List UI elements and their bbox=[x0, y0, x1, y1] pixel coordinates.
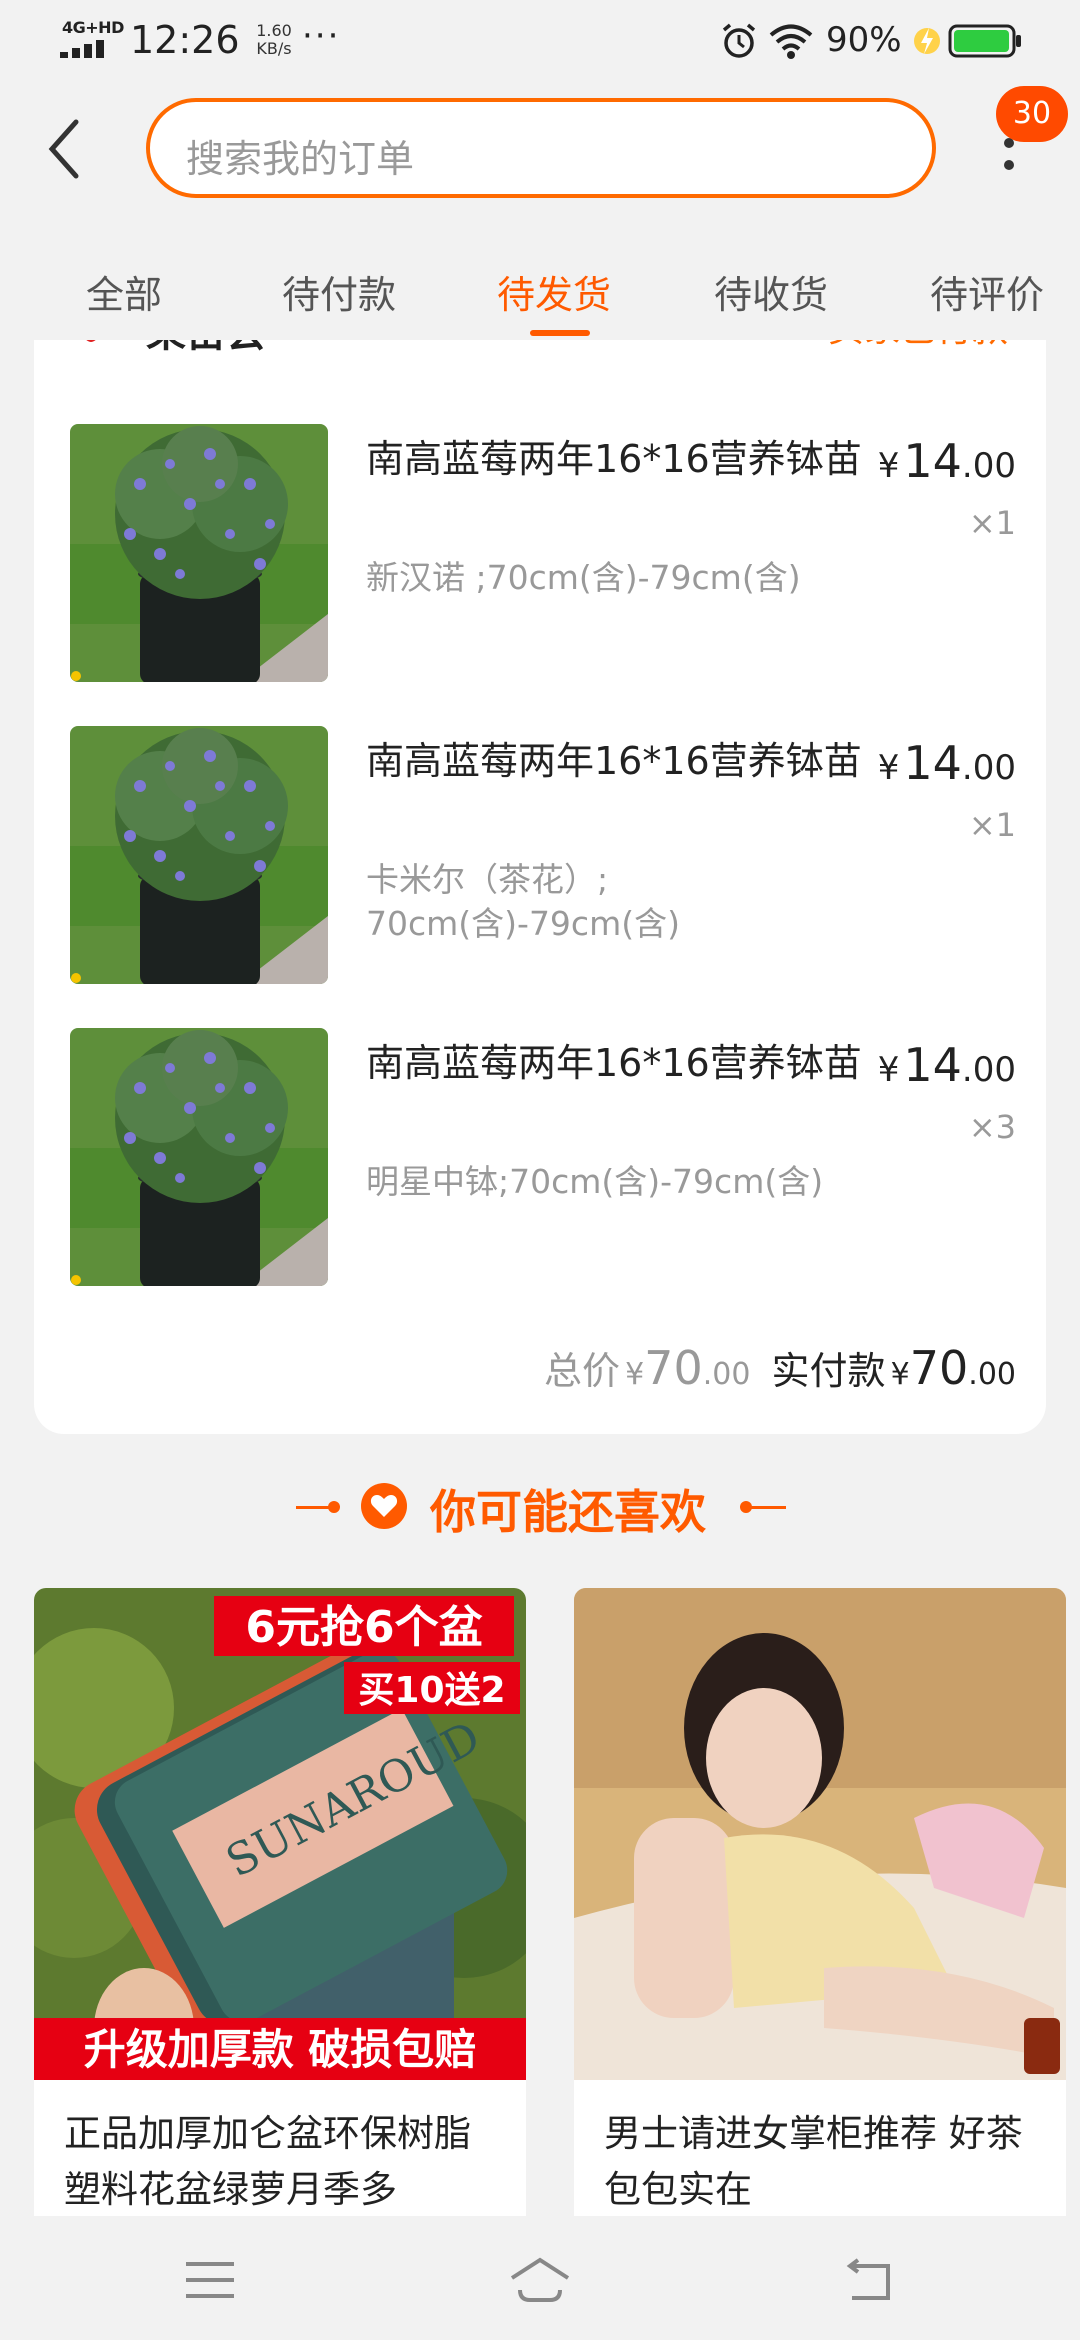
promo-badge-mid: 买10送2 bbox=[358, 1670, 505, 1711]
recommend-card[interactable]: SUNAROUD 6元抢6个盆 买10送2 升级加厚款 破损包赔 正品加厚加仑盆… bbox=[34, 1588, 526, 2218]
flower-pot-image: SUNAROUD 6元抢6个盆 买10送2 升级加厚款 破损包赔 bbox=[34, 1588, 526, 2080]
product-title[interactable]: 南高蓝莓两年16*16营养钵苗 bbox=[366, 430, 886, 488]
wifi-icon bbox=[769, 24, 813, 59]
recommend-title-text[interactable]: 正品加厚加仑盆环保树脂塑料花盆绿萝月季多 bbox=[64, 2106, 504, 2218]
back-button[interactable] bbox=[40, 116, 90, 182]
product-spec: 新汉诺 ;70cm(含)-79cm(含) bbox=[366, 558, 801, 597]
recommend-header: 你可能还喜欢 bbox=[0, 1470, 1080, 1540]
total-decimal: .00 bbox=[702, 1357, 751, 1392]
product-quantity: ×1 bbox=[968, 504, 1016, 542]
back-nav-icon[interactable] bbox=[838, 2252, 902, 2308]
product-spec: 明星中钵;70cm(含)-79cm(含) bbox=[366, 1162, 824, 1201]
divider bbox=[744, 1506, 786, 1509]
order-list-page: 4G+HD 12:26 1.60 KB/s ··· 90% 搜索我的订单 30 … bbox=[0, 0, 1080, 2340]
battery-icon bbox=[948, 24, 1021, 58]
battery-percent: 90% bbox=[826, 20, 902, 60]
blueberry-plant-image bbox=[70, 726, 328, 984]
product-image[interactable] bbox=[70, 424, 328, 682]
signal-icon bbox=[60, 40, 104, 58]
speed-unit: KB/s bbox=[256, 39, 292, 58]
total-price-label: 总价 bbox=[543, 1349, 620, 1393]
network-indicator: 4G+HD bbox=[58, 18, 124, 58]
order-item[interactable]: 南高蓝莓两年16*16营养钵苗 卡米尔（茶花）; 70cm(含)-79cm(含)… bbox=[34, 726, 1046, 986]
status-bar: 4G+HD 12:26 1.60 KB/s ··· 90% bbox=[0, 0, 1080, 86]
price-currency: ¥ bbox=[877, 748, 900, 788]
header: 搜索我的订单 30 bbox=[0, 86, 1080, 214]
order-card[interactable]: 果苗会 › 买家已付款 bbox=[34, 340, 1046, 1434]
promo-banner: 升级加厚款 破损包赔 bbox=[84, 2025, 477, 2074]
chevron-right-icon: › bbox=[306, 340, 320, 345]
clock: 12:26 bbox=[130, 18, 240, 62]
product-price: ¥14.00 bbox=[878, 736, 1016, 790]
price-currency: ¥ bbox=[877, 446, 900, 486]
paid-decimal: .00 bbox=[968, 1357, 1016, 1392]
price-integer: 14 bbox=[903, 434, 962, 488]
order-item[interactable]: 南高蓝莓两年16*16营养钵苗 明星中钵;70cm(含)-79cm(含) ¥14… bbox=[34, 1028, 1046, 1288]
product-title[interactable]: 南高蓝莓两年16*16营养钵苗 bbox=[366, 732, 886, 790]
paid-currency: ¥ bbox=[890, 1357, 910, 1392]
blueberry-plant-image bbox=[70, 424, 328, 682]
heart-icon bbox=[361, 1483, 407, 1529]
active-tab-indicator bbox=[530, 330, 590, 336]
paid-amount: ¥70.00 bbox=[891, 1341, 1016, 1395]
recommend-title-text[interactable]: 男士请进女掌柜推荐 好茶包包实在 bbox=[604, 2106, 1044, 2218]
blueberry-plant-image bbox=[70, 1028, 328, 1286]
paid-integer: 70 bbox=[909, 1341, 969, 1395]
product-spec: 卡米尔（茶花）; 70cm(含)-79cm(含) bbox=[366, 860, 680, 943]
product-image[interactable]: SUNAROUD 6元抢6个盆 买10送2 升级加厚款 破损包赔 bbox=[34, 1588, 526, 2080]
total-price: ¥70.00 bbox=[625, 1341, 750, 1395]
paid-amount-label: 实付款 bbox=[771, 1349, 886, 1393]
order-tabs: 全部 待付款 待发货 待收货 待评价 bbox=[0, 250, 1080, 340]
promo-badge-top: 6元抢6个盆 bbox=[245, 1602, 482, 1653]
product-image[interactable] bbox=[70, 726, 328, 984]
shop-row[interactable]: 果苗会 › 买家已付款 bbox=[34, 340, 1046, 360]
alarm-icon bbox=[722, 23, 756, 58]
system-navigation-bar bbox=[0, 2216, 1080, 2340]
tab-pending-payment[interactable]: 待付款 bbox=[282, 264, 396, 319]
product-quantity: ×3 bbox=[968, 1108, 1016, 1146]
speed-value: 1.60 bbox=[256, 21, 292, 40]
tab-all[interactable]: 全部 bbox=[86, 264, 162, 319]
order-item[interactable]: 南高蓝莓两年16*16营养钵苗 新汉诺 ;70cm(含)-79cm(含) ¥14… bbox=[34, 424, 1046, 684]
more-menu-button[interactable] bbox=[990, 138, 1026, 228]
more-notifications-icon: ··· bbox=[302, 16, 341, 56]
divider-dot bbox=[328, 1501, 340, 1513]
total-currency: ¥ bbox=[625, 1357, 645, 1392]
total-integer: 70 bbox=[644, 1341, 703, 1395]
search-placeholder: 搜索我的订单 bbox=[186, 137, 415, 181]
order-search-input[interactable]: 搜索我的订单 bbox=[146, 98, 936, 198]
product-image[interactable] bbox=[70, 1028, 328, 1286]
shop-name[interactable]: 果苗会 bbox=[146, 340, 266, 358]
more-dot bbox=[1004, 160, 1014, 170]
menu-icon[interactable] bbox=[178, 2252, 242, 2308]
price-integer: 14 bbox=[903, 736, 962, 790]
shop-icon bbox=[86, 340, 96, 342]
product-quantity: ×1 bbox=[968, 806, 1016, 844]
tab-pending-receipt[interactable]: 待收货 bbox=[714, 264, 828, 319]
price-decimal: .00 bbox=[961, 446, 1016, 486]
tab-pending-shipment[interactable]: 待发货 bbox=[497, 264, 611, 319]
charging-icon bbox=[914, 28, 940, 54]
price-decimal: .00 bbox=[961, 1050, 1016, 1090]
network-label: 4G+HD bbox=[62, 18, 124, 37]
notification-badge[interactable]: 30 bbox=[996, 86, 1068, 142]
product-title[interactable]: 南高蓝莓两年16*16营养钵苗 bbox=[366, 1034, 886, 1092]
recommend-title: 你可能还喜欢 bbox=[430, 1485, 706, 1539]
order-status: 买家已付款 bbox=[828, 340, 1008, 352]
recommend-card[interactable]: 男士请进女掌柜推荐 好茶包包实在 bbox=[574, 1588, 1066, 2218]
tab-pending-review[interactable]: 待评价 bbox=[930, 264, 1044, 319]
network-speed: 1.60 KB/s bbox=[244, 22, 304, 58]
model-photo-image bbox=[574, 1588, 1066, 2080]
price-currency: ¥ bbox=[877, 1050, 900, 1090]
product-image[interactable] bbox=[574, 1588, 1066, 2080]
order-total-row: 总价 ¥70.00 实付款 ¥70.00 bbox=[544, 1340, 1016, 1400]
product-price: ¥14.00 bbox=[878, 434, 1016, 488]
price-decimal: .00 bbox=[961, 748, 1016, 788]
price-integer: 14 bbox=[903, 1038, 962, 1092]
home-icon[interactable] bbox=[508, 2252, 572, 2308]
product-price: ¥14.00 bbox=[878, 1038, 1016, 1092]
